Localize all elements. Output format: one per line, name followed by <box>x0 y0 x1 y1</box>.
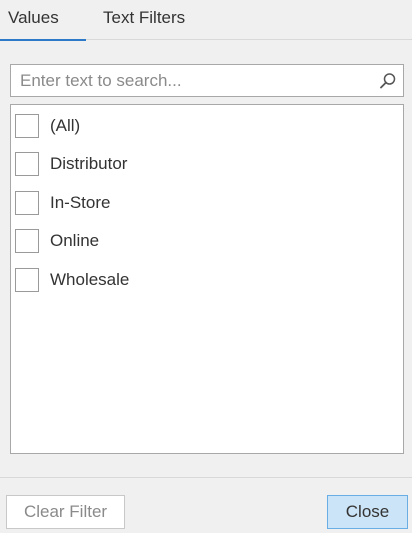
checkbox[interactable] <box>15 191 39 215</box>
tab-text-filters-label: Text Filters <box>103 8 186 27</box>
checkbox[interactable] <box>15 114 39 138</box>
search-input[interactable] <box>11 65 371 96</box>
active-tab-indicator <box>0 39 86 41</box>
footer-divider <box>0 477 412 478</box>
list-item-label: In-Store <box>50 193 111 212</box>
checkbox[interactable] <box>15 229 39 253</box>
list-item-online[interactable]: Online <box>11 225 403 257</box>
checkbox[interactable] <box>15 152 39 176</box>
list-item-label: Online <box>50 231 100 250</box>
checkbox[interactable] <box>15 268 39 292</box>
list-item-all[interactable]: (All) <box>11 110 403 142</box>
tab-values-label: Values <box>8 8 59 27</box>
list-item-label: Wholesale <box>50 270 130 289</box>
list-item-wholesale[interactable]: Wholesale <box>11 264 403 296</box>
tab-values[interactable]: Values <box>0 0 86 41</box>
tab-bar: Values Text Filters <box>0 0 412 41</box>
close-button[interactable]: Close <box>327 495 408 529</box>
list-item-label: (All) <box>50 116 81 135</box>
list-item-distributor[interactable]: Distributor <box>11 148 403 180</box>
search-box <box>10 64 404 97</box>
list-item-label: Distributor <box>50 154 128 173</box>
list-item-in-store[interactable]: In-Store <box>11 187 403 219</box>
clear-filter-button[interactable]: Clear Filter <box>6 495 125 529</box>
tab-text-filters[interactable]: Text Filters <box>103 0 213 40</box>
values-list: (All) Distributor In-Store Online Wholes… <box>10 104 404 454</box>
search-icon[interactable] <box>378 71 398 91</box>
